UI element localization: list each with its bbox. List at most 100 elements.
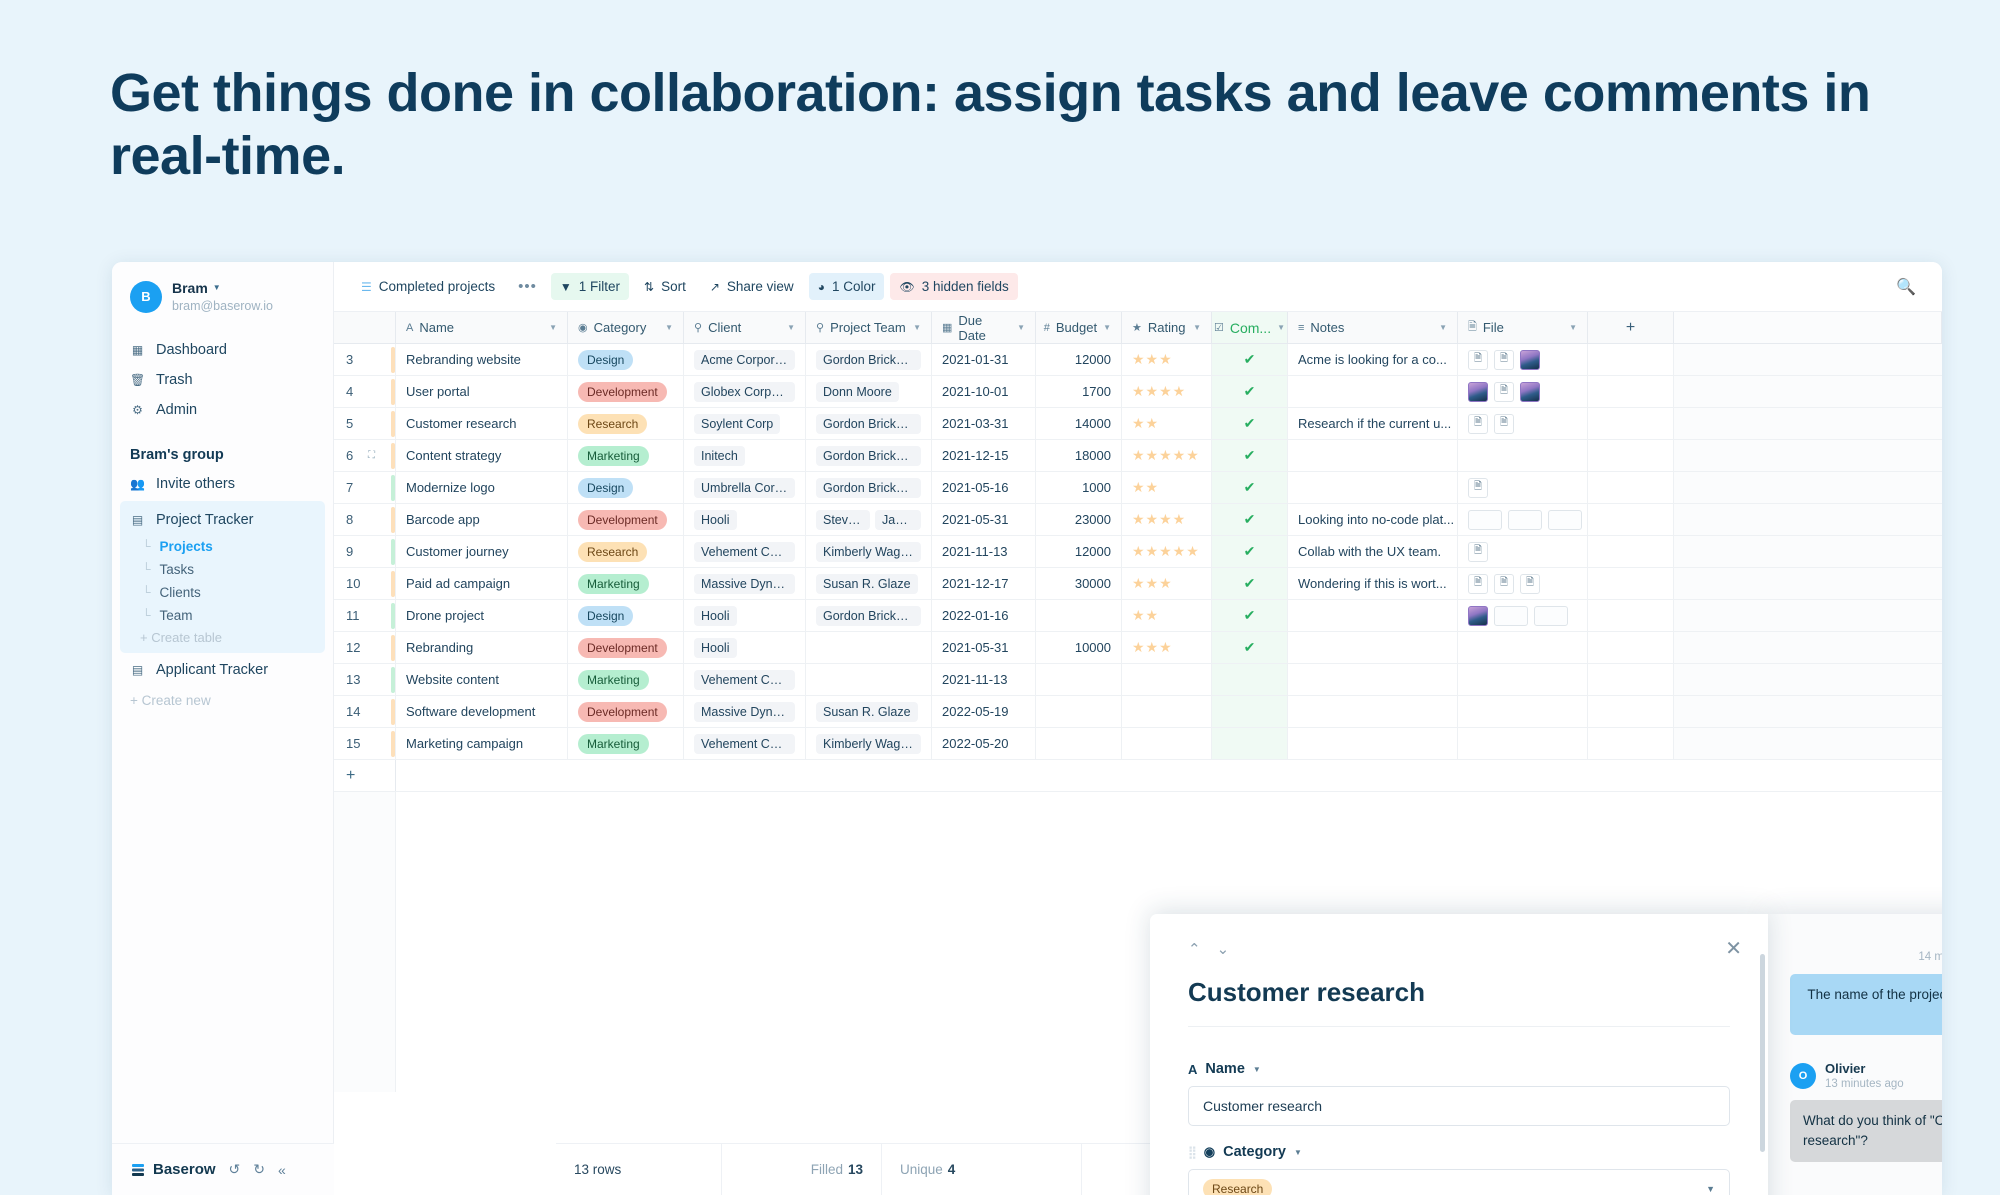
table-row[interactable]: 13 Website content Marketing Vehement Capit… <box>334 664 1942 696</box>
column-header-completed[interactable]: ☑ Com... ▼ <box>1212 312 1288 343</box>
sidebar-table-projects[interactable]: └ Projects <box>120 535 325 558</box>
cell-completed[interactable]: ✔ <box>1212 536 1288 567</box>
cell-due-date[interactable]: 2021-05-31 <box>932 632 1036 663</box>
cell-category[interactable]: Development <box>568 632 684 663</box>
cell-name[interactable]: Barcode app <box>396 504 568 535</box>
sidebar-item-dashboard[interactable]: ▦ Dashboard <box>112 335 333 365</box>
cell-rating[interactable]: ★★ <box>1122 408 1212 439</box>
sidebar-table-clients[interactable]: └ Clients <box>120 581 325 604</box>
cell-project-team[interactable] <box>806 632 932 663</box>
cell-due-date[interactable]: 2021-05-16 <box>932 472 1036 503</box>
cell-client[interactable]: Vehement Capital Pa... <box>684 664 806 695</box>
cell-due-date[interactable]: 2022-05-20 <box>932 728 1036 759</box>
cell-notes[interactable]: Research if the current u... <box>1288 408 1458 439</box>
expand-row-icon[interactable]: ⛶ <box>368 450 375 461</box>
table-row[interactable]: 3 Rebranding website Design Acme Corporatio… <box>334 344 1942 376</box>
file-thumbnail-document[interactable]: 🗎 <box>1494 349 1514 370</box>
row-number[interactable]: 6 ⛶ <box>334 440 396 471</box>
sort-button[interactable]: ⇅ Sort <box>635 273 695 300</box>
row-number[interactable]: 3 <box>334 344 396 375</box>
file-thumbnail-document[interactable]: 🗎 <box>1468 477 1488 498</box>
row-number[interactable]: 15 <box>334 728 396 759</box>
cell-name[interactable]: Customer journey <box>396 536 568 567</box>
file-thumbnail-document[interactable]: 🗎 <box>1494 413 1514 434</box>
cell-file[interactable] <box>1458 664 1588 695</box>
file-thumbnail-document[interactable]: 🗎 <box>1468 573 1488 594</box>
cell-name[interactable]: Website content <box>396 664 568 695</box>
cell-budget[interactable]: 14000 <box>1036 408 1122 439</box>
file-thumbnail-document[interactable]: 🗎 <box>1468 349 1488 370</box>
cell-project-team[interactable]: Kimberly Wagner <box>806 536 932 567</box>
cell-completed[interactable]: ✔ <box>1212 344 1288 375</box>
cell-name[interactable]: Software development <box>396 696 568 727</box>
cell-name[interactable]: User portal <box>396 376 568 407</box>
cell-project-team[interactable]: Gordon Brickhouse <box>806 600 932 631</box>
cell-due-date[interactable]: 2021-05-31 <box>932 504 1036 535</box>
column-header-notes[interactable]: ≡ Notes ▼ <box>1288 312 1458 343</box>
create-new-button[interactable]: + Create new <box>112 685 333 716</box>
user-profile[interactable]: B Bram ▼ bram@baserow.io <box>112 262 333 315</box>
file-thumbnail-document[interactable]: 🗎 <box>1468 413 1488 434</box>
view-context-menu-button[interactable]: ••• <box>510 278 545 295</box>
color-button[interactable]: ◕ 1 Color <box>808 273 885 300</box>
sidebar-table-team[interactable]: └ Team <box>120 604 325 627</box>
sidebar-table-tasks[interactable]: └ Tasks <box>120 558 325 581</box>
cell-client[interactable]: Vehement Capital Pa... <box>684 536 806 567</box>
share-view-button[interactable]: ↗ Share view <box>701 273 803 300</box>
add-field-button[interactable]: + <box>1588 312 1674 343</box>
cell-name[interactable]: Content strategy <box>396 440 568 471</box>
chevron-down-icon[interactable]: ▼ <box>1294 1148 1302 1157</box>
add-row-button[interactable]: + <box>334 760 396 791</box>
cell-project-team[interactable]: Kimberly Wagner <box>806 728 932 759</box>
cell-completed[interactable]: ✔ <box>1212 472 1288 503</box>
drag-handle-icon[interactable]: ⣿ <box>1188 1145 1197 1159</box>
cell-name[interactable]: Rebranding <box>396 632 568 663</box>
database-name-row[interactable]: ▤ Project Tracker <box>120 505 325 535</box>
cell-client[interactable]: Acme Corporation <box>684 344 806 375</box>
field-label-category[interactable]: ⣿ ◉ Category ▼ <box>1188 1144 1730 1160</box>
sidebar-item-trash[interactable]: 🗑 Trash <box>112 365 333 395</box>
file-thumbnail-image[interactable] <box>1520 349 1540 370</box>
cell-due-date[interactable]: 2021-10-01 <box>932 376 1036 407</box>
cell-due-date[interactable]: 2021-03-31 <box>932 408 1036 439</box>
table-row[interactable]: 11 Drone project Design Hooli Gordon Brickho… <box>334 600 1942 632</box>
close-icon[interactable]: ✕ <box>1725 936 1742 961</box>
cell-client[interactable]: Hooli <box>684 632 806 663</box>
file-thumbnail-document[interactable] <box>1468 509 1502 530</box>
cell-rating[interactable]: ★★★ <box>1122 632 1212 663</box>
cell-notes[interactable] <box>1288 632 1458 663</box>
column-header-rating[interactable]: ★ Rating ▼ <box>1122 312 1212 343</box>
cell-notes[interactable]: Looking into no-code plat... <box>1288 504 1458 535</box>
cell-completed[interactable]: ✔ <box>1212 632 1288 663</box>
hidden-fields-button[interactable]: 👁 3 hidden fields <box>890 273 1018 300</box>
chevron-down-icon[interactable]: ▼ <box>665 323 673 332</box>
chevron-down-icon[interactable]: ▼ <box>787 323 795 332</box>
chevron-down-icon[interactable]: ▼ <box>1277 323 1285 332</box>
cell-completed[interactable]: ✔ <box>1212 568 1288 599</box>
cell-category[interactable]: Design <box>568 472 684 503</box>
filled-stat[interactable]: Filled 13 <box>722 1143 882 1195</box>
file-thumbnail-image[interactable] <box>1520 381 1540 402</box>
table-row[interactable]: 5 Customer research Research Soylent Corp Go… <box>334 408 1942 440</box>
row-number[interactable]: 10 <box>334 568 396 599</box>
cell-budget[interactable]: 1000 <box>1036 472 1122 503</box>
cell-project-team[interactable]: Steve GrayJanet Co <box>806 504 932 535</box>
cell-category[interactable]: Marketing <box>568 664 684 695</box>
row-number[interactable]: 11 <box>334 600 396 631</box>
cell-completed[interactable]: ✔ <box>1212 376 1288 407</box>
cell-client[interactable]: Soylent Corp <box>684 408 806 439</box>
cell-file[interactable] <box>1458 632 1588 663</box>
cell-due-date[interactable]: 2021-12-17 <box>932 568 1036 599</box>
cell-budget[interactable] <box>1036 696 1122 727</box>
cell-name[interactable]: Customer research <box>396 408 568 439</box>
cell-project-team[interactable]: Susan R. Glaze <box>806 696 932 727</box>
cell-notes[interactable] <box>1288 696 1458 727</box>
cell-notes[interactable] <box>1288 472 1458 503</box>
chevron-down-icon[interactable]: ⌄ <box>1217 940 1230 958</box>
cell-category[interactable]: Marketing <box>568 568 684 599</box>
cell-budget[interactable] <box>1036 600 1122 631</box>
row-number[interactable]: 7 <box>334 472 396 503</box>
cell-file[interactable] <box>1458 696 1588 727</box>
search-icon[interactable]: 🔍 <box>1896 277 1916 297</box>
table-row[interactable]: 7Modernize logo Design Umbrella Corporatio… <box>334 472 1942 504</box>
